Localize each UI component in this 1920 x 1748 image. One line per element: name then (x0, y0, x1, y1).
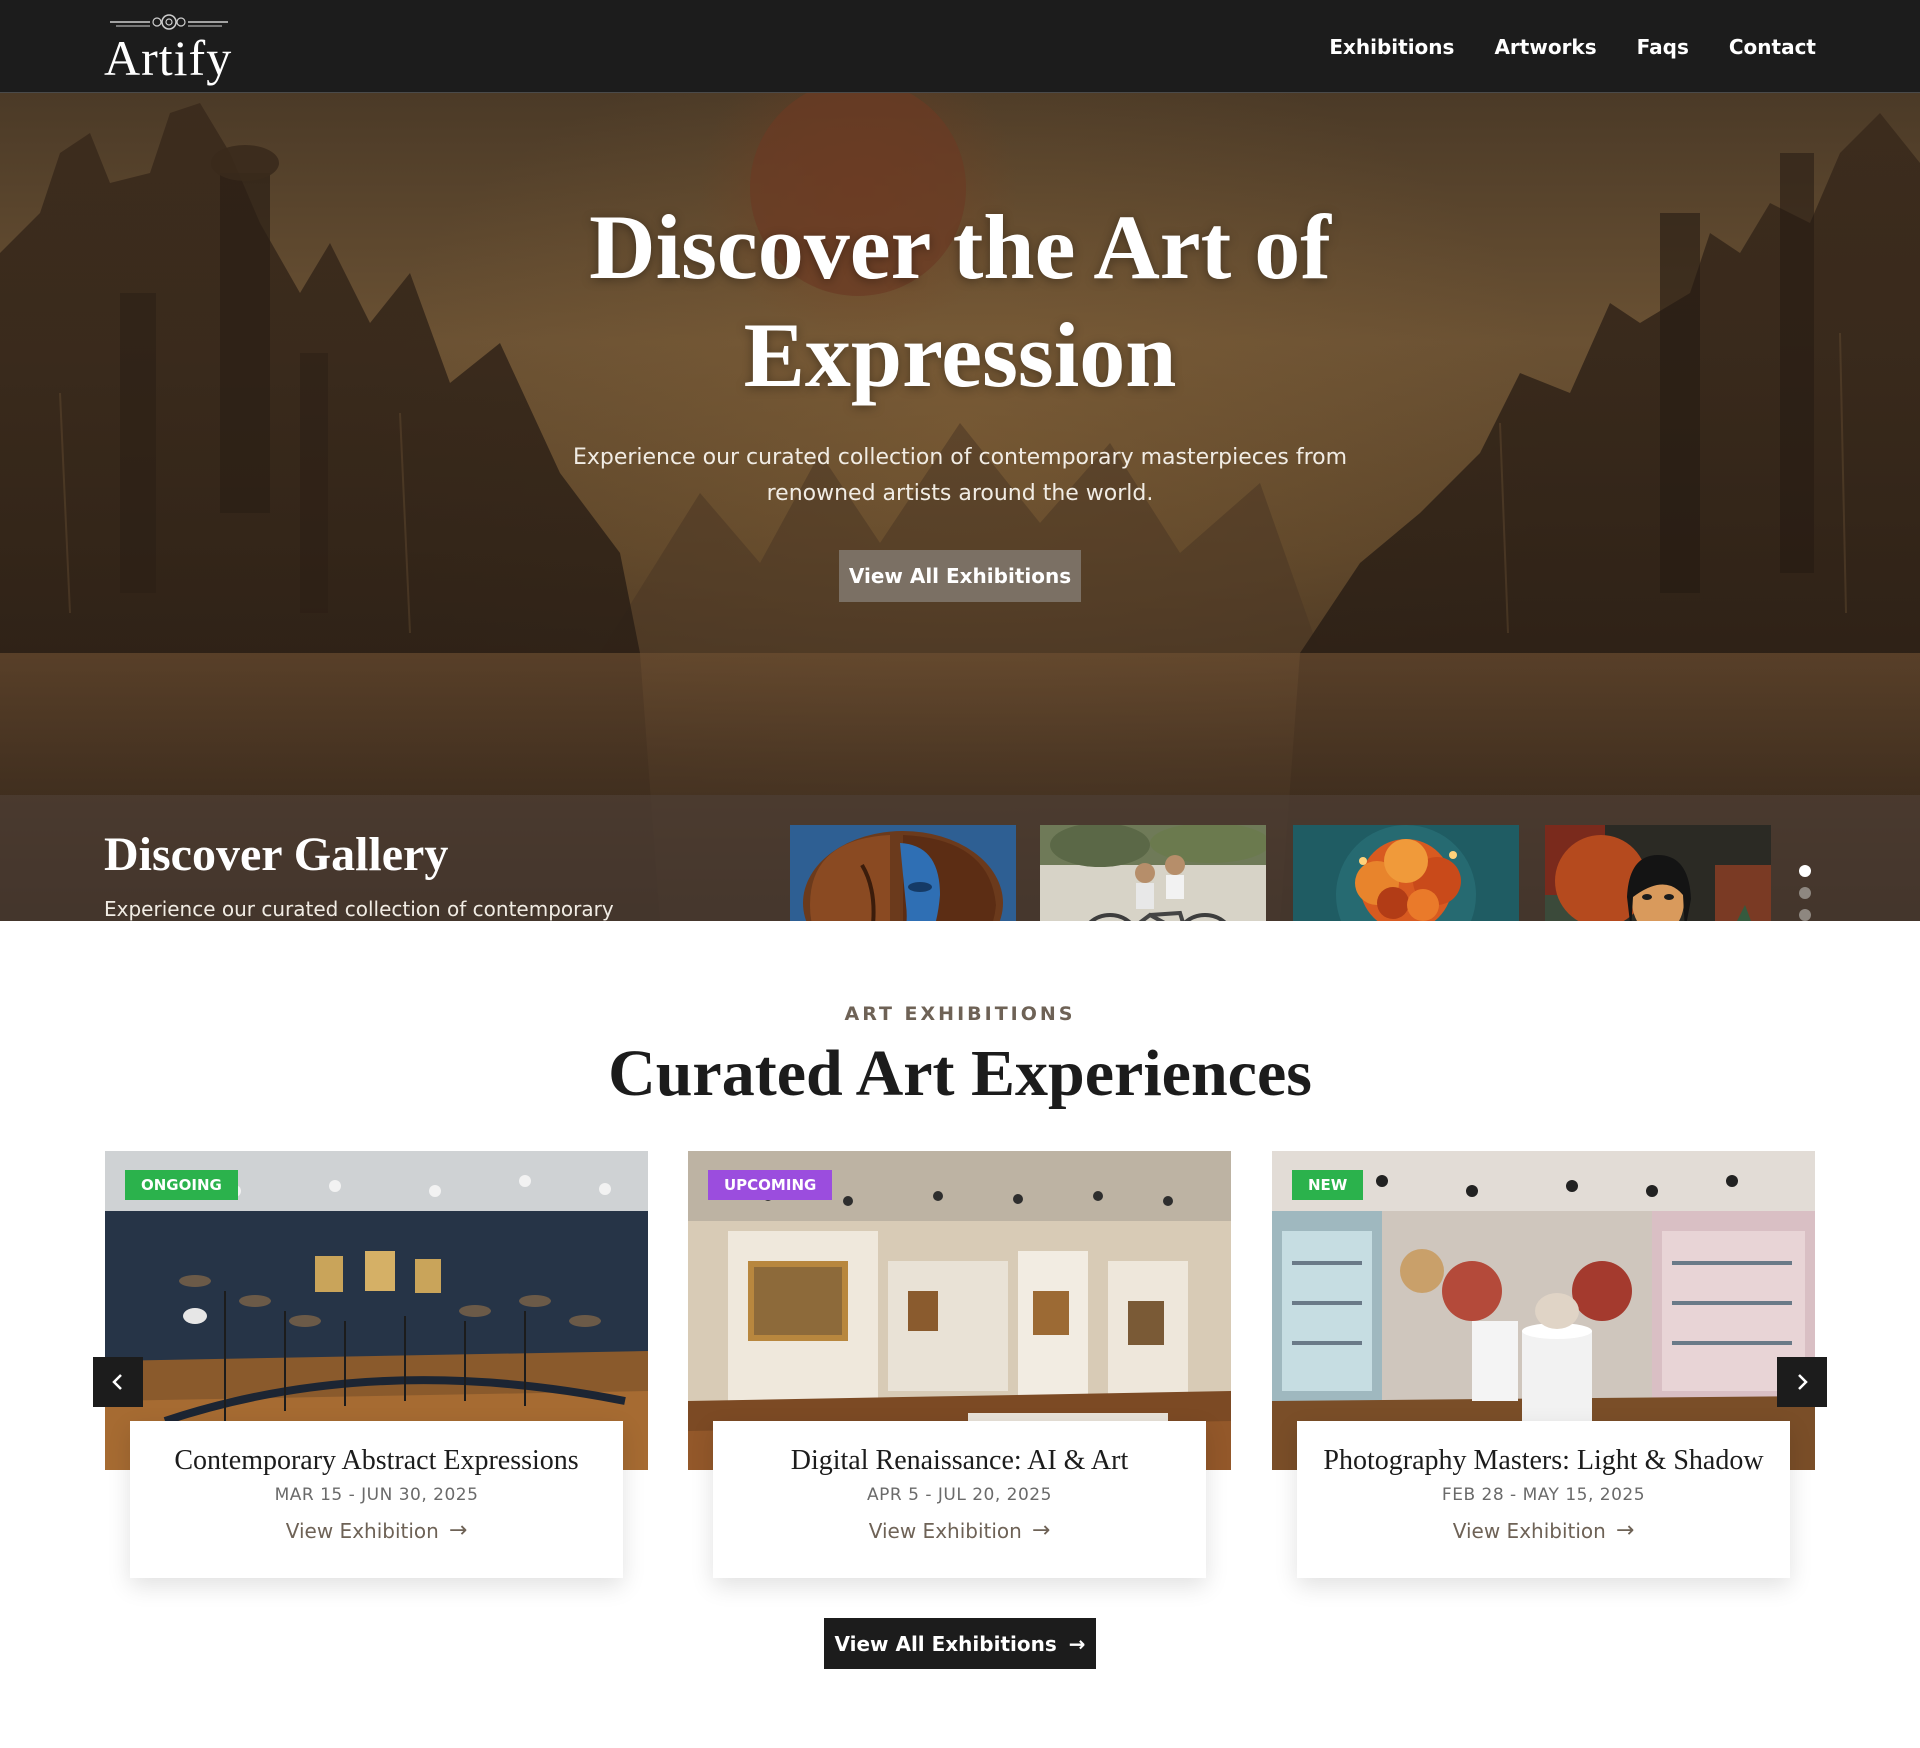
arrow-right-icon: → (448, 1518, 468, 1543)
flowering-tree-image (1293, 825, 1519, 921)
section-eyebrow: ART EXHIBITIONS (844, 1003, 1076, 1025)
exhibition-title: Digital Renaissance: AI & Art (790, 1445, 1129, 1476)
slider-dot-2[interactable] (1799, 887, 1811, 899)
view-exhibition-link[interactable]: View Exhibition → (130, 1519, 623, 1543)
cubist-portrait-image (1545, 825, 1771, 921)
exhibition-card[interactable]: UPCOMING Digital Renaissance: AI & Art A… (688, 1151, 1231, 1581)
gallery-thumbnail-flowering-tree[interactable] (1293, 825, 1519, 921)
gallery-thumbnail-bicycle-mural[interactable] (1040, 825, 1266, 921)
nav-exhibitions[interactable]: Exhibitions (1329, 35, 1454, 59)
slider-dot-3[interactable] (1799, 909, 1811, 921)
site-header: Artify Exhibitions Artworks Faqs Contact (0, 0, 1920, 93)
exhibition-title: Photography Masters: Light & Shadow (1323, 1445, 1764, 1476)
arrow-right-icon: → (1068, 1631, 1086, 1656)
nav-contact[interactable]: Contact (1729, 35, 1816, 59)
view-exhibition-label: View Exhibition (1452, 1519, 1606, 1543)
exhibition-date: FEB 28 - MAY 15, 2025 (1441, 1485, 1646, 1505)
hero-section: Discover the Art of Expression Experienc… (0, 93, 1920, 921)
discover-gallery-band: Discover Gallery Experience our curated … (0, 795, 1920, 921)
view-all-exhibitions-button[interactable]: View All Exhibitions → (824, 1618, 1096, 1669)
view-exhibition-link[interactable]: View Exhibition → (1297, 1519, 1790, 1543)
nav-artworks[interactable]: Artworks (1494, 35, 1596, 59)
carousel-prev-button[interactable] (93, 1357, 143, 1407)
chevron-right-icon (1798, 1374, 1808, 1390)
view-exhibition-label: View Exhibition (285, 1519, 439, 1543)
arrow-right-icon: → (1615, 1518, 1635, 1543)
exhibition-date: APR 5 - JUL 20, 2025 (867, 1485, 1052, 1505)
exhibition-title: Contemporary Abstract Expressions (174, 1445, 579, 1476)
exhibition-card[interactable]: ONGOING Contemporary Abstract Expression… (105, 1151, 648, 1581)
discover-gallery-text: Experience our curated collection of con… (104, 897, 614, 921)
chevron-left-icon (112, 1374, 122, 1390)
face-sculpture-image (790, 825, 1016, 921)
arrow-right-icon: → (1031, 1518, 1051, 1543)
section-title: Curated Art Experiences (608, 1037, 1312, 1110)
exhibition-card-body: Contemporary Abstract Expressions MAR 15… (130, 1421, 623, 1578)
exhibition-date: MAR 15 - JUN 30, 2025 (274, 1485, 479, 1505)
hero-title: Discover the Art of Expression (589, 196, 1331, 406)
main-nav: Exhibitions Artworks Faqs Contact (1329, 0, 1816, 93)
hero-view-all-exhibitions-button[interactable]: View All Exhibitions (839, 550, 1081, 602)
status-badge: ONGOING (125, 1170, 238, 1200)
discover-gallery-title: Discover Gallery (104, 828, 449, 881)
status-badge: UPCOMING (708, 1170, 833, 1200)
exhibition-card-body: Photography Masters: Light & Shadow FEB … (1297, 1421, 1790, 1578)
gallery-thumbnail-cubist-portrait[interactable] (1545, 825, 1771, 921)
logo-text: Artify (104, 30, 233, 86)
bicycle-mural-image (1040, 825, 1266, 921)
slider-dot-1[interactable] (1799, 865, 1811, 877)
view-exhibition-label: View Exhibition (868, 1519, 1022, 1543)
hero-subtitle: Experience our curated collection of con… (572, 445, 1348, 506)
exhibition-card-body: Digital Renaissance: AI & Art APR 5 - JU… (713, 1421, 1206, 1578)
nav-faqs[interactable]: Faqs (1637, 35, 1689, 59)
slider-dots (1799, 865, 1811, 921)
logo[interactable]: Artify (104, 14, 234, 86)
status-badge: NEW (1292, 1170, 1364, 1200)
carousel-next-button[interactable] (1777, 1357, 1827, 1407)
view-exhibition-link[interactable]: View Exhibition → (713, 1519, 1206, 1543)
gallery-thumbnail-sculpture[interactable] (790, 825, 1016, 921)
exhibition-card[interactable]: NEW Photography Masters: Light & Shadow … (1272, 1151, 1815, 1581)
view-all-exhibitions-label: View All Exhibitions (834, 1631, 1057, 1656)
